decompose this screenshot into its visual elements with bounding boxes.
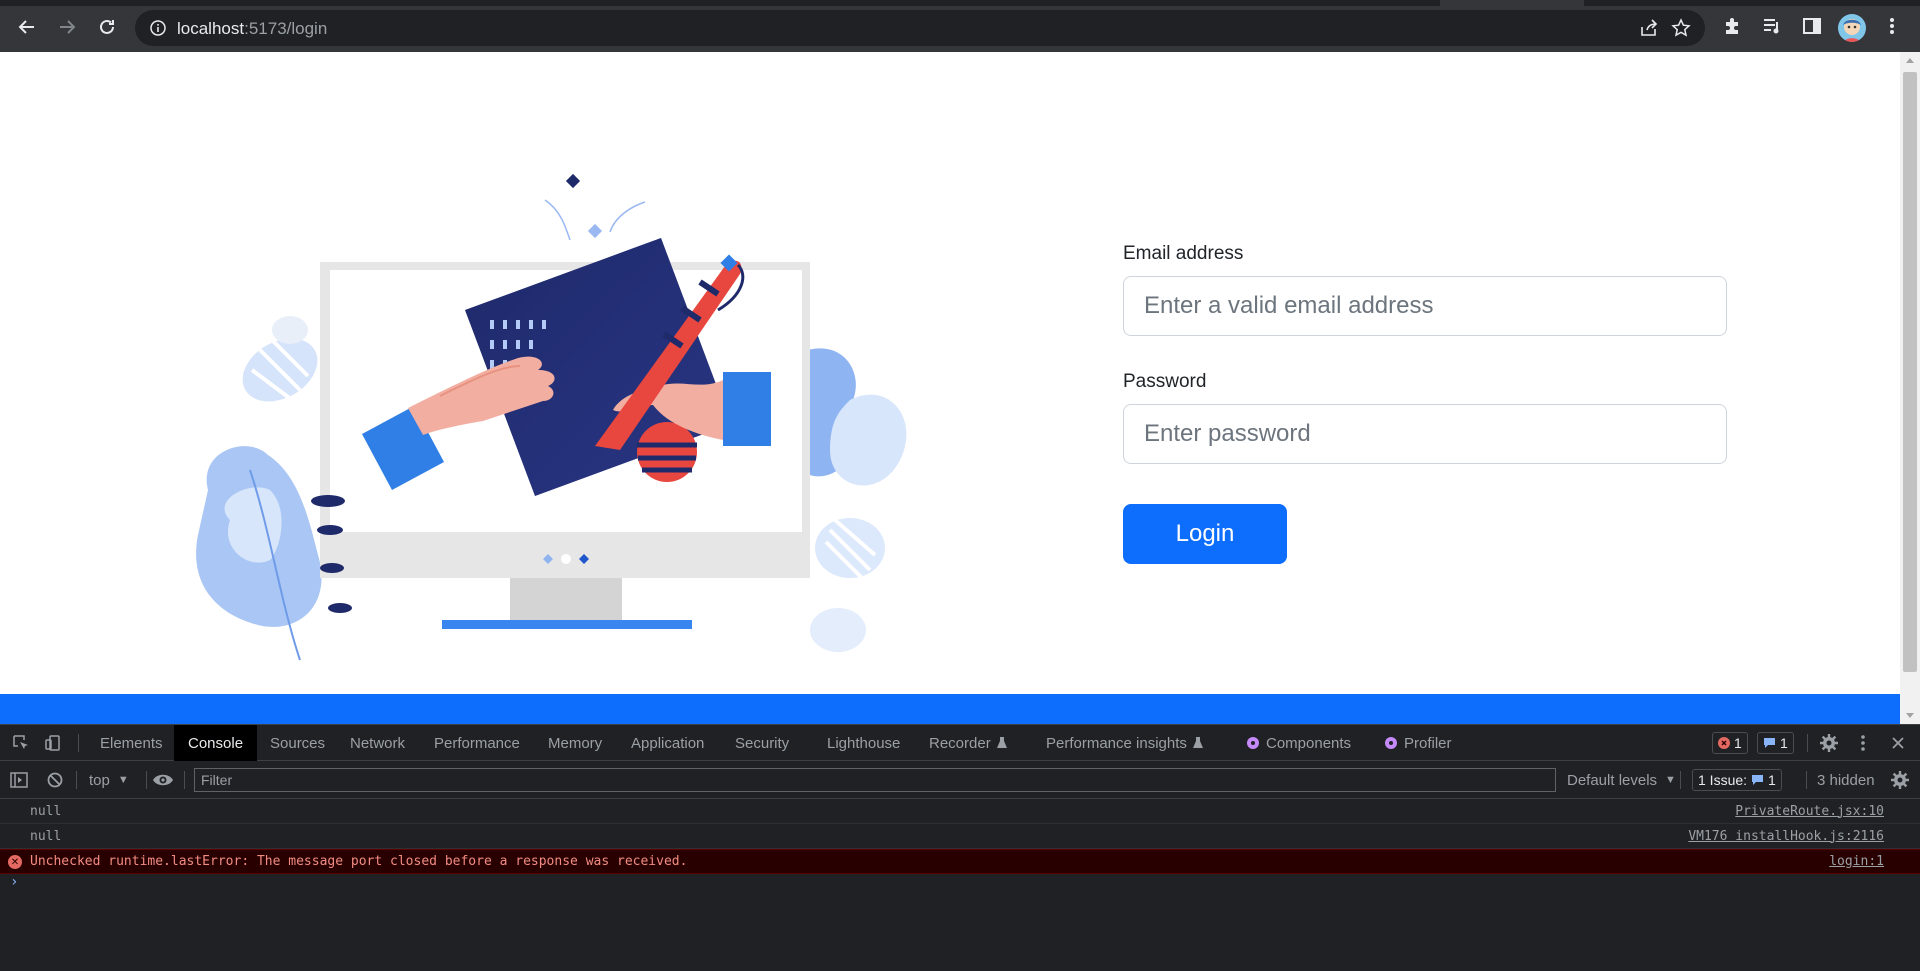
console-source-link[interactable]: PrivateRoute.jsx:10 [1735, 804, 1884, 819]
email-label: Email address [1123, 243, 1244, 264]
page-footer-bar [0, 694, 1900, 724]
email-placeholder: Enter a valid email address [1144, 292, 1434, 319]
log-levels-dropdown[interactable]: Default levels ▼ [1567, 761, 1676, 799]
console-messages: null PrivateRoute.jsx:10 null VM176 inst… [0, 799, 1920, 898]
scrollbar-thumb[interactable] [1903, 72, 1917, 672]
error-count: 1 [1734, 735, 1742, 751]
tab-performance[interactable]: Performance [430, 725, 524, 761]
live-expression-eye-icon[interactable] [152, 772, 174, 788]
console-message-text: null [30, 803, 62, 819]
console-error-row: ✕ Unchecked runtime.lastError: The messa… [0, 849, 1920, 874]
console-source-link[interactable]: login:1 [1829, 854, 1884, 869]
login-form: Email address Enter a valid email addres… [1123, 242, 1727, 564]
login-button[interactable]: Login [1123, 504, 1287, 564]
device-toolbar-icon[interactable] [44, 734, 62, 752]
experiment-flask-icon [1192, 737, 1203, 748]
reload-icon [100, 19, 114, 34]
share-icon[interactable] [1639, 18, 1659, 38]
forward-arrow-icon [60, 20, 76, 34]
back-button[interactable] [10, 10, 44, 44]
scroll-down-arrow-icon[interactable] [1906, 713, 1914, 718]
tab-application[interactable]: Application [627, 725, 708, 761]
profile-avatar[interactable] [1838, 14, 1866, 42]
message-icon [1764, 738, 1775, 748]
issues-count: 1 [1768, 772, 1776, 788]
side-panel-icon[interactable] [1802, 16, 1822, 36]
reload-button[interactable] [90, 10, 124, 44]
react-icon [1247, 737, 1259, 749]
tab-components[interactable]: Components [1242, 725, 1355, 761]
console-prompt[interactable]: › [0, 874, 1920, 898]
issues-button[interactable]: 1 Issue: 1 [1692, 769, 1782, 791]
console-message-text: null [30, 828, 62, 844]
tab-performance-insights[interactable]: Performance insights [1042, 725, 1207, 761]
url-text[interactable]: localhost:5173/login [177, 19, 327, 39]
back-arrow-icon [18, 20, 34, 34]
extensions-icon[interactable] [1722, 16, 1742, 36]
login-illustration [196, 173, 907, 661]
tab-memory[interactable]: Memory [544, 725, 606, 761]
console-toolbar: top ▼ Filter Default levels ▼ 1 Issue: 1 3… [0, 761, 1920, 799]
experiment-flask-icon [996, 737, 1007, 748]
forward-button[interactable] [50, 10, 84, 44]
log-levels-label: Default levels [1567, 771, 1658, 789]
tab-lighthouse[interactable]: Lighthouse [823, 725, 904, 761]
password-label: Password [1123, 371, 1207, 392]
kebab-menu-icon[interactable] [1884, 16, 1900, 36]
tab-recorder[interactable]: Recorder [925, 725, 1011, 761]
tab-profiler-label: Profiler [1404, 734, 1452, 752]
console-source-link[interactable]: VM176 installHook.js:2116 [1688, 829, 1884, 844]
devtools-panel: Elements Console Sources Network Perform… [0, 724, 1920, 971]
console-error-text: Unchecked runtime.lastError: The message… [30, 854, 688, 869]
error-count-badge[interactable]: 1 [1712, 732, 1748, 754]
email-field[interactable]: Enter a valid email address [1123, 276, 1727, 336]
avatar-image [1843, 19, 1861, 42]
console-log-row: null PrivateRoute.jsx:10 [0, 799, 1920, 824]
console-log-row: null VM176 installHook.js:2116 [0, 824, 1920, 849]
devtools-tabbar: Elements Console Sources Network Perform… [0, 725, 1920, 761]
media-playlist-icon[interactable] [1762, 16, 1782, 36]
devtools-menu-icon[interactable] [1858, 734, 1868, 752]
tab-profiler[interactable]: Profiler [1380, 725, 1456, 761]
tab-network[interactable]: Network [346, 725, 409, 761]
context-selector[interactable]: top ▼ [89, 761, 129, 799]
settings-gear-icon[interactable] [1820, 734, 1838, 752]
sidebar-toggle-icon[interactable] [10, 771, 28, 789]
tab-performance-insights-label: Performance insights [1046, 734, 1187, 752]
bookmark-star-icon[interactable] [1671, 18, 1691, 38]
tab-strip [0, 0, 1920, 6]
scroll-up-arrow-icon[interactable] [1906, 58, 1914, 63]
message-count: 1 [1780, 735, 1788, 751]
react-icon [1385, 737, 1397, 749]
message-count-badge[interactable]: 1 [1757, 732, 1794, 754]
tab-sources[interactable]: Sources [266, 725, 329, 761]
tab-elements[interactable]: Elements [96, 725, 167, 761]
tab-security[interactable]: Security [731, 725, 793, 761]
error-icon: ✕ [8, 855, 22, 869]
console-filter-input[interactable]: Filter [194, 768, 1556, 792]
console-settings-gear-icon[interactable] [1891, 771, 1909, 789]
inspect-element-icon[interactable] [12, 734, 30, 752]
browser-toolbar: localhost:5173/login [0, 0, 1920, 52]
error-icon [1718, 737, 1730, 749]
page-scrollbar[interactable] [1900, 52, 1920, 724]
issues-label: 1 Issue: [1698, 772, 1748, 788]
tab-components-label: Components [1266, 734, 1352, 752]
site-info-icon[interactable] [149, 19, 167, 37]
levels-dropdown-icon: ▼ [1665, 774, 1676, 786]
context-dropdown-icon: ▼ [117, 774, 129, 786]
tab-console[interactable]: Console [174, 725, 258, 761]
page-viewport: Email address Enter a valid email addres… [0, 52, 1900, 694]
context-value: top [89, 771, 110, 789]
password-placeholder: Enter password [1144, 420, 1311, 447]
issue-message-icon [1752, 775, 1764, 785]
address-bar[interactable]: localhost:5173/login [135, 10, 1705, 46]
clear-console-icon[interactable] [46, 771, 64, 789]
close-devtools-icon[interactable] [1891, 736, 1905, 750]
hidden-count: 3 hidden [1817, 771, 1875, 789]
password-field[interactable]: Enter password [1123, 404, 1727, 464]
tab-recorder-label: Recorder [929, 734, 991, 752]
